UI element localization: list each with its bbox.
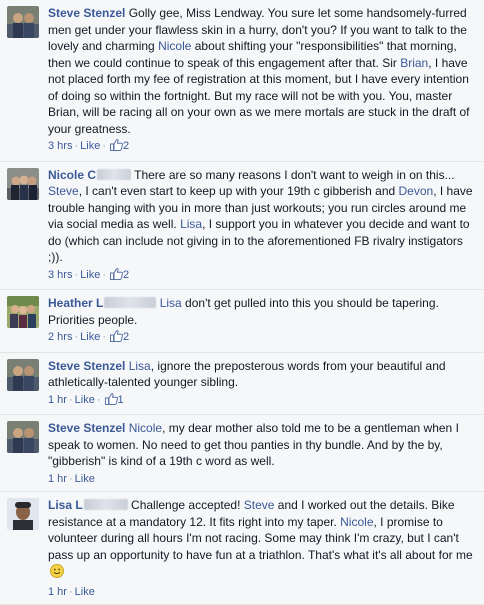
thumbs-up-icon[interactable] bbox=[104, 392, 118, 411]
avatar[interactable] bbox=[7, 296, 39, 328]
timestamp-link[interactable]: 2 hrs bbox=[48, 331, 72, 343]
like-link[interactable]: Like bbox=[75, 473, 95, 485]
comment-item: Lisa L Challenge accepted! Steve and I w… bbox=[0, 492, 484, 605]
mention-link[interactable]: Nicole bbox=[340, 515, 373, 529]
comment-meta: 1 hr · Like bbox=[48, 471, 478, 488]
separator: · bbox=[68, 393, 73, 406]
smile-emoji-icon bbox=[50, 564, 64, 583]
mention-link[interactable]: Devon bbox=[399, 184, 434, 198]
redacted-name bbox=[97, 168, 132, 180]
like-link[interactable]: Like bbox=[75, 586, 95, 598]
avatar[interactable] bbox=[7, 6, 39, 38]
redacted-name bbox=[104, 297, 157, 308]
comment-meta: 3 hrs · Like · 2 bbox=[48, 267, 478, 286]
mention-link[interactable]: Brian bbox=[400, 56, 428, 70]
mention-link[interactable]: Nicole bbox=[129, 421, 162, 435]
like-link[interactable]: Like bbox=[75, 394, 95, 406]
comment-body: Steve Stenzel Lisa, ignore the preposter… bbox=[48, 358, 478, 391]
comment-item: Steve Stenzel Lisa, ignore the preposter… bbox=[0, 353, 484, 415]
mention-link[interactable]: Steve bbox=[48, 184, 79, 198]
separator: · bbox=[74, 331, 79, 343]
comment-meta: 3 hrs · Like · 2 bbox=[48, 138, 478, 157]
like-count[interactable]: 2 bbox=[123, 331, 129, 343]
separator: · bbox=[102, 331, 106, 343]
timestamp-link[interactable]: 3 hrs bbox=[48, 140, 72, 152]
timestamp-link[interactable]: 1 hr bbox=[48, 394, 67, 406]
timestamp-link[interactable]: 3 hrs bbox=[48, 269, 72, 281]
comment-body: Lisa L Challenge accepted! Steve and I w… bbox=[48, 497, 478, 583]
mention-link[interactable]: Steve bbox=[244, 498, 275, 512]
avatar[interactable] bbox=[7, 358, 39, 391]
comment-text: Golly gee, Miss Lendway. You sure let so… bbox=[48, 6, 470, 136]
thumbs-up-icon[interactable] bbox=[110, 267, 123, 286]
like-count[interactable]: 2 bbox=[123, 140, 129, 152]
avatar[interactable] bbox=[7, 167, 39, 200]
comment-meta: 2 hrs · Like · 2 bbox=[48, 329, 478, 348]
mention-link[interactable]: Lisa bbox=[160, 296, 182, 310]
author-name[interactable]: Lisa L bbox=[48, 498, 128, 512]
redacted-name bbox=[83, 499, 128, 510]
mention-link[interactable]: Lisa bbox=[180, 217, 202, 231]
comment-item: Nicole C There are so many reasons I don… bbox=[0, 162, 484, 290]
comment-item: Steve Stenzel Golly gee, Miss Lendway. Y… bbox=[0, 0, 484, 162]
comment-item: Heather L Lisa don't get pulled into thi… bbox=[0, 290, 484, 353]
comment-list: Steve Stenzel Golly gee, Miss Lendway. Y… bbox=[0, 0, 484, 605]
separator: · bbox=[68, 585, 73, 598]
comment-body: Steve Stenzel Nicole, my dear mother als… bbox=[48, 420, 478, 470]
author-name[interactable]: Steve Stenzel bbox=[48, 359, 125, 373]
separator: · bbox=[102, 268, 106, 281]
mention-link[interactable]: Nicole bbox=[158, 39, 191, 53]
avatar[interactable] bbox=[7, 498, 39, 530]
author-name[interactable]: Heather L bbox=[48, 296, 157, 310]
comment-meta: 1 hr · Like bbox=[48, 584, 478, 601]
comment-body: Steve Stenzel Golly gee, Miss Lendway. Y… bbox=[48, 5, 478, 137]
comment-body: Heather L Lisa don't get pulled into thi… bbox=[48, 295, 478, 328]
like-link[interactable]: Like bbox=[80, 269, 100, 281]
separator: · bbox=[68, 472, 73, 485]
like-link[interactable]: Like bbox=[80, 331, 100, 343]
comment-item: Steve Stenzel Nicole, my dear mother als… bbox=[0, 415, 484, 492]
separator: · bbox=[74, 268, 79, 281]
avatar[interactable] bbox=[7, 421, 39, 453]
like-link[interactable]: Like bbox=[80, 140, 100, 152]
thumbs-up-icon[interactable] bbox=[110, 139, 123, 157]
like-count[interactable]: 1 bbox=[118, 394, 124, 406]
mention-link[interactable]: Lisa bbox=[129, 359, 151, 373]
comment-body: Nicole C There are so many reasons I don… bbox=[48, 167, 478, 266]
separator: · bbox=[96, 393, 101, 406]
comment-meta: 1 hr · Like · 1 bbox=[48, 392, 478, 411]
separator: · bbox=[102, 140, 106, 152]
timestamp-link[interactable]: 1 hr bbox=[48, 473, 67, 485]
author-name[interactable]: Steve Stenzel bbox=[48, 6, 125, 20]
author-name[interactable]: Steve Stenzel bbox=[48, 421, 125, 435]
timestamp-link[interactable]: 1 hr bbox=[48, 586, 67, 598]
like-count[interactable]: 2 bbox=[123, 269, 129, 281]
separator: · bbox=[74, 140, 79, 152]
author-name[interactable]: Nicole C bbox=[48, 168, 132, 182]
thumbs-up-icon[interactable] bbox=[110, 330, 123, 348]
